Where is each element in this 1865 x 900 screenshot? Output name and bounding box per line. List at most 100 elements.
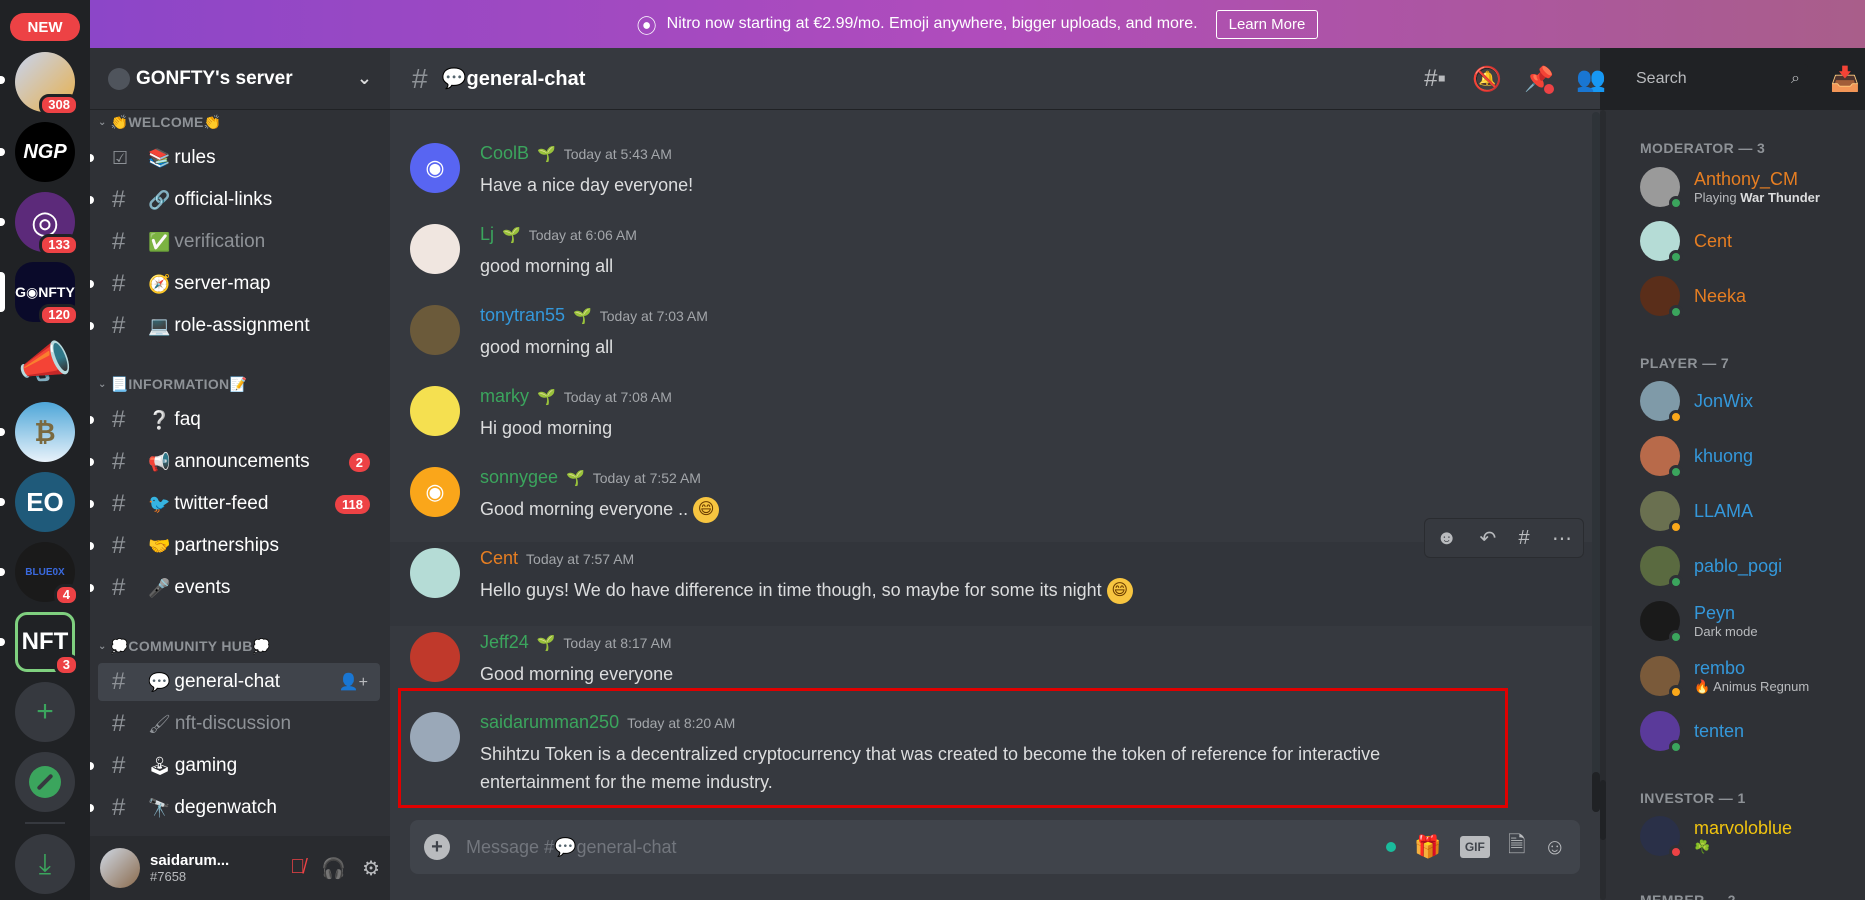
message-author[interactable]: Lj xyxy=(480,224,494,245)
member-activity: Playing War Thunder xyxy=(1694,190,1820,205)
create-invite-icon[interactable]: 👤+ xyxy=(339,672,368,692)
member-list-icon[interactable]: 👥 xyxy=(1576,65,1606,94)
message[interactable]: ◉ CoolB 🌱 Today at 5:43 AM Have a nice d… xyxy=(390,115,1600,195)
server-header[interactable]: GONFTY's server ⌄ xyxy=(90,48,390,110)
channel-announcements[interactable]: # 📢 announcements 2 xyxy=(90,443,380,481)
member-item[interactable]: pablo_pogi xyxy=(1640,541,1860,591)
add-reaction-icon[interactable]: ☻ xyxy=(1436,527,1457,550)
channel-nft-discussion[interactable]: # 🖌 nft-discussion xyxy=(98,705,380,743)
server-icon-1[interactable]: 308 xyxy=(15,52,79,116)
channel-rules[interactable]: ☑ 📚 rules xyxy=(90,139,380,177)
avatar[interactable] xyxy=(410,548,460,598)
message-author[interactable]: marky xyxy=(480,386,529,407)
create-thread-icon[interactable]: # xyxy=(1518,527,1529,550)
message[interactable]: ◉ sonnygee 🌱 Today at 7:52 AM Good morni… xyxy=(390,439,1600,524)
server-icon-bitcoin[interactable]: ₿ xyxy=(15,402,75,462)
add-server-button[interactable]: + xyxy=(15,682,75,742)
member-item[interactable]: Neeka xyxy=(1640,271,1860,321)
member-item[interactable]: rembo 🔥 Animus Regnum xyxy=(1640,651,1860,701)
gift-icon[interactable]: 🎁 xyxy=(1414,834,1441,860)
message-author[interactable]: sonnygee xyxy=(480,467,558,488)
mic-muted-icon[interactable]: 🎙̸ xyxy=(290,856,305,881)
member-item[interactable]: Peyn Dark mode xyxy=(1640,596,1860,646)
grin-emoji[interactable]: 😄 xyxy=(693,497,720,524)
scrollbar-thumb[interactable] xyxy=(1600,780,1606,840)
learn-more-button[interactable]: Learn More xyxy=(1215,9,1319,39)
member-scrollbar[interactable] xyxy=(1600,110,1606,900)
reply-icon[interactable]: ↶ xyxy=(1479,526,1496,551)
channel-official-links[interactable]: # 🔗 official-links xyxy=(90,181,380,219)
message-input[interactable] xyxy=(466,836,1346,858)
gif-button[interactable]: GIF xyxy=(1459,836,1490,858)
channel-server-map[interactable]: # 🧭 server-map xyxy=(90,265,380,303)
channel-twitter-feed[interactable]: # 🐦 twitter-feed 118 xyxy=(90,485,380,523)
message[interactable]: Jeff24 🌱 Today at 8:17 AM Good morning e… xyxy=(390,604,1600,684)
server-icon-blueox[interactable]: BLUE0X 4 xyxy=(15,542,79,606)
channel-general-chat[interactable]: # 💬 general-chat 👤+ xyxy=(98,663,380,701)
notification-muted-icon[interactable]: 🔕 xyxy=(1472,65,1502,94)
avatar[interactable]: ◉ xyxy=(410,467,460,517)
category-information[interactable]: ⌄ 📃INFORMATION📝 xyxy=(98,376,247,393)
scrollbar[interactable] xyxy=(1592,112,1600,812)
avatar[interactable] xyxy=(100,848,140,888)
scrollbar-thumb[interactable] xyxy=(1592,772,1600,812)
new-badge[interactable]: NEW xyxy=(10,13,80,41)
avatar[interactable]: ◉ xyxy=(410,143,460,193)
member-item[interactable]: khuong xyxy=(1640,431,1860,481)
more-icon[interactable]: ⋯ xyxy=(1552,526,1572,551)
explore-servers-button[interactable] xyxy=(15,752,75,812)
channel-faq[interactable]: # ❔ faq xyxy=(90,401,380,439)
member-item[interactable]: Anthony_CM Playing War Thunder xyxy=(1640,162,1860,212)
message[interactable]: tonytran55 🌱 Today at 7:03 AM good morni… xyxy=(390,277,1600,357)
unread-indicator xyxy=(90,804,94,812)
headphones-icon[interactable]: 🎧 xyxy=(321,856,346,881)
avatar[interactable] xyxy=(410,386,460,436)
emoji-picker-icon[interactable]: ☺ xyxy=(1544,834,1566,860)
avatar[interactable] xyxy=(410,305,460,355)
channel-gaming[interactable]: # 🕹 gaming xyxy=(90,747,380,785)
server-icon-3[interactable]: ◎ 133 xyxy=(15,192,79,256)
member-info: rembo 🔥 Animus Regnum xyxy=(1694,658,1809,695)
avatar[interactable] xyxy=(410,224,460,274)
threads-icon[interactable]: #▪ xyxy=(1420,65,1450,93)
channel-role-assignment[interactable]: # 💻 role-assignment xyxy=(90,307,380,345)
gear-icon[interactable]: ⚙ xyxy=(362,856,380,881)
search-input[interactable]: Search ⌕ xyxy=(1628,64,1808,94)
member-item[interactable]: JonWix xyxy=(1640,376,1860,426)
server-icon-eo[interactable]: EO xyxy=(15,472,75,532)
server-icon-nft[interactable]: NFT 3 xyxy=(15,612,79,676)
message[interactable]: marky 🌱 Today at 7:08 AM Hi good morning xyxy=(390,358,1600,438)
message-content: Good morning everyone .. 😄 xyxy=(480,495,1480,524)
member-item[interactable]: Cent xyxy=(1640,216,1860,266)
user-info: saidarum... #7658 xyxy=(150,852,229,884)
channel-verification[interactable]: # ✅ verification xyxy=(98,223,380,261)
channel-partnerships[interactable]: # 🤝 partnerships xyxy=(90,527,380,565)
status-online xyxy=(1669,740,1683,754)
sticker-icon[interactable]: 🗎 xyxy=(1508,828,1526,866)
member-item[interactable]: marvoloblue ☘️ xyxy=(1640,811,1860,861)
message-author[interactable]: Cent xyxy=(480,548,518,569)
status-online xyxy=(1669,465,1683,479)
message-author[interactable]: Jeff24 xyxy=(480,632,529,653)
server-icon-ngp[interactable]: NGP xyxy=(15,122,75,182)
inbox-icon[interactable]: 📥 xyxy=(1830,65,1860,94)
member-item[interactable]: LLAMA xyxy=(1640,486,1860,536)
server-icon-gonfty[interactable]: G◉NFTY 120 xyxy=(15,262,79,326)
status-dnd xyxy=(1669,845,1683,859)
channel-degenwatch[interactable]: # 🔭 degenwatch xyxy=(90,789,380,827)
category-community-hub[interactable]: ⌄ 💭COMMUNITY HUB💭 xyxy=(98,638,270,655)
channel-events[interactable]: # 🎤 events xyxy=(90,569,380,607)
download-apps-button[interactable]: ⤓ xyxy=(15,834,75,894)
upload-plus-icon[interactable]: + xyxy=(424,834,450,860)
compass-icon xyxy=(29,766,61,798)
member-item[interactable]: tenten xyxy=(1640,706,1860,756)
message-author[interactable]: CoolB xyxy=(480,143,529,164)
avatar[interactable] xyxy=(410,632,460,682)
category-welcome[interactable]: ⌄ 👏WELCOME👏 xyxy=(98,114,221,131)
member-group-header: PLAYER — 7 xyxy=(1640,355,1730,371)
message[interactable]: Lj 🌱 Today at 6:06 AM good morning all xyxy=(390,196,1600,276)
grin-emoji[interactable]: 😄 xyxy=(1106,578,1133,605)
pin-icon[interactable]: 📌 xyxy=(1524,65,1554,94)
message-author[interactable]: tonytran55 xyxy=(480,305,565,326)
server-icon-megaphone[interactable]: 📣 xyxy=(15,332,75,392)
